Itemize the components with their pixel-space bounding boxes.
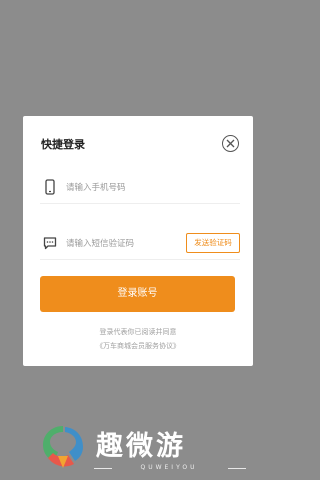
phone-input[interactable]	[66, 180, 186, 196]
close-icon	[226, 139, 235, 148]
message-icon	[43, 237, 57, 250]
login-button[interactable]: 登录账号	[40, 276, 235, 312]
phone-field	[40, 174, 240, 204]
code-input[interactable]	[66, 236, 186, 252]
code-field: 发送验证码	[40, 230, 240, 260]
login-dialog: 快捷登录 发送验证码 登录账号 登录代表你已阅读并同意 《万车商城会员服务协议》	[23, 116, 253, 366]
watermark-subtitle: QUWEIYOU	[94, 464, 246, 471]
close-button[interactable]	[222, 135, 239, 152]
dialog-title: 快捷登录	[41, 138, 85, 151]
agreement-link[interactable]: 《万车商城会员服务协议》	[23, 341, 253, 351]
agreement-text: 登录代表你已阅读并同意	[99, 328, 177, 336]
quweiyou-logo-icon	[43, 426, 83, 468]
send-code-button[interactable]: 发送验证码	[186, 233, 240, 253]
watermark: 趣微游 QUWEIYOU	[38, 420, 246, 476]
phone-icon	[45, 179, 55, 195]
watermark-name: 趣微游	[96, 431, 186, 462]
